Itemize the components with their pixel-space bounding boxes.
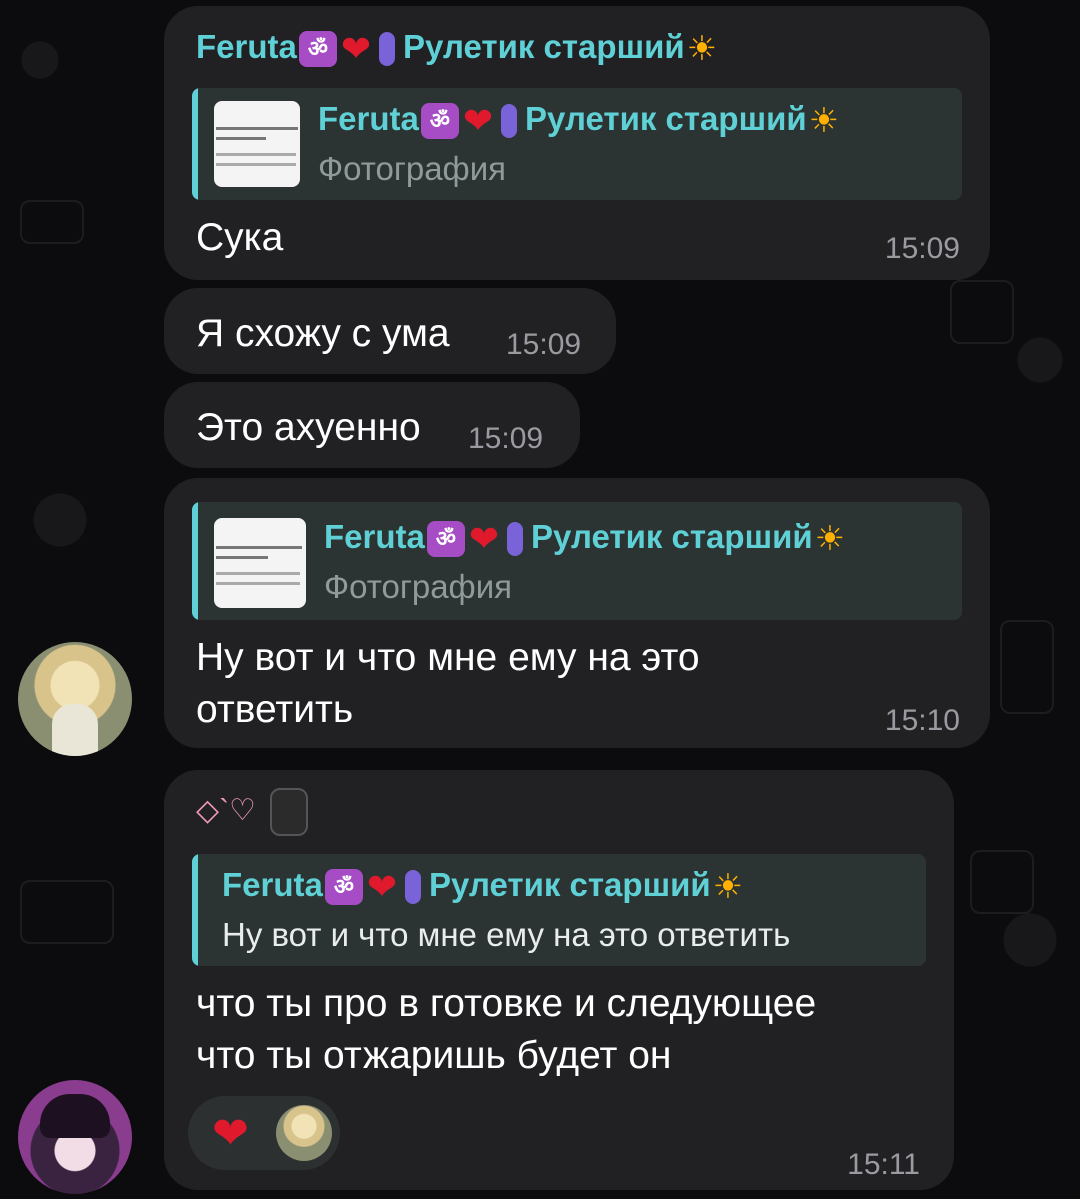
heart-emoji-icon: ❤: [462, 100, 494, 142]
message-text: Сука: [196, 216, 284, 259]
reply-quote[interactable]: Feruta ॐ ❤ Рулетик старший☀ Фотография: [192, 88, 962, 200]
sun-emoji-icon: ☀: [712, 868, 744, 907]
om-emoji-icon: ॐ: [298, 31, 337, 68]
reply-preview-text: Фотография: [318, 150, 507, 187]
om-emoji-icon: ॐ: [420, 103, 459, 140]
reply-photo-thumbnail: [214, 518, 306, 608]
message-bubble[interactable]: Feruta ॐ ❤ Рулетик старший☀ Feruta ॐ ❤ Рулетик…: [164, 6, 990, 280]
controller-doodle: [1000, 620, 1054, 714]
cat-sticker-icon: [270, 788, 309, 836]
message-time: 15:10: [884, 704, 960, 737]
reply-suffix-text: Рулетик старший: [429, 866, 711, 903]
box-doodle: [970, 850, 1034, 914]
sun-emoji-icon: ☀: [808, 102, 840, 141]
reply-name-text: Feruta: [318, 100, 419, 137]
reply-quote[interactable]: Feruta ॐ ❤ Рулетик старший☀ Фотография: [192, 502, 962, 620]
sender-decor-text: ◇`♡: [196, 793, 256, 827]
reply-sender-name: Feruta ॐ ❤ Рулетик старший☀: [318, 100, 839, 142]
gamepad-doodle: [20, 200, 84, 244]
message-text: Я схожу с ума: [196, 312, 450, 355]
reply-suffix-text: Рулетик старший: [531, 518, 813, 555]
reply-sender-name: Feruta ॐ ❤ Рулетик старший☀: [222, 866, 743, 908]
message-time: 15:09: [468, 422, 544, 455]
reply-photo-thumbnail: [214, 101, 300, 187]
message-bubble[interactable]: Я схожу с ума 15:09: [164, 288, 616, 374]
message-text-line: что ты про в готовке и следующее: [196, 982, 817, 1025]
message-time: 15:09: [884, 232, 960, 265]
message-text-line: Ну вот и что мне ему на это: [196, 636, 700, 679]
hyacinth-emoji-icon: [405, 870, 422, 905]
avatar-hair: [40, 1094, 110, 1138]
message-time: 15:09: [506, 328, 582, 361]
heart-emoji-icon: ❤: [468, 518, 500, 560]
reply-quote[interactable]: Feruta ॐ ❤ Рулетик старший☀ Ну вот и что мн…: [192, 854, 926, 966]
heart-emoji-icon: ❤: [366, 866, 398, 908]
heart-reaction-icon: ❤: [212, 1109, 249, 1158]
message-bubble[interactable]: ◇`♡ Feruta ॐ ❤ Рулетик старший☀ Ну вот и чт…: [164, 770, 954, 1190]
message-text-line: что ты отжаришь будет он: [196, 1034, 672, 1077]
sender-suffix: Рулетик старший: [403, 28, 685, 65]
sender-name-text: Feruta: [196, 28, 297, 65]
sender-name[interactable]: Feruta ॐ ❤ Рулетик старший☀: [196, 28, 717, 70]
floppy-doodle: [950, 280, 1014, 344]
reply-preview-text: Ну вот и что мне ему на это ответить: [222, 916, 791, 953]
reaction-chip[interactable]: ❤: [188, 1096, 340, 1170]
sender-avatar[interactable]: [18, 1080, 132, 1194]
sender-decoration: ◇`♡: [196, 788, 309, 836]
hyacinth-emoji-icon: [379, 32, 396, 67]
reply-suffix-text: Рулетик старший: [525, 100, 807, 137]
message-text: Это ахуенно: [196, 406, 421, 449]
message-time: 15:11: [847, 1148, 920, 1181]
message-bubble[interactable]: Это ахуенно 15:09: [164, 382, 580, 468]
reply-sender-name: Feruta ॐ ❤ Рулетик старший☀: [324, 518, 845, 560]
avatar-figure: [52, 704, 98, 756]
sun-emoji-icon: ☀: [686, 30, 718, 69]
reactor-avatar: [276, 1105, 332, 1161]
hyacinth-emoji-icon: [501, 104, 518, 139]
om-emoji-icon: ॐ: [324, 869, 363, 906]
message-text-line: ответить: [196, 688, 354, 731]
sender-avatar[interactable]: [18, 642, 132, 756]
message-bubble[interactable]: Feruta ॐ ❤ Рулетик старший☀ Фотография Ну в…: [164, 478, 990, 748]
reply-name-text: Feruta: [222, 866, 323, 903]
reply-accent-bar: [192, 88, 198, 200]
sun-emoji-icon: ☀: [814, 520, 846, 559]
reply-accent-bar: [192, 854, 198, 966]
reply-preview-text: Фотография: [324, 568, 513, 605]
reply-accent-bar: [192, 502, 198, 620]
hyacinth-emoji-icon: [507, 522, 524, 557]
heart-emoji-icon: ❤: [340, 28, 372, 70]
reply-name-text: Feruta: [324, 518, 425, 555]
console-doodle: [20, 880, 114, 944]
om-emoji-icon: ॐ: [426, 521, 465, 558]
